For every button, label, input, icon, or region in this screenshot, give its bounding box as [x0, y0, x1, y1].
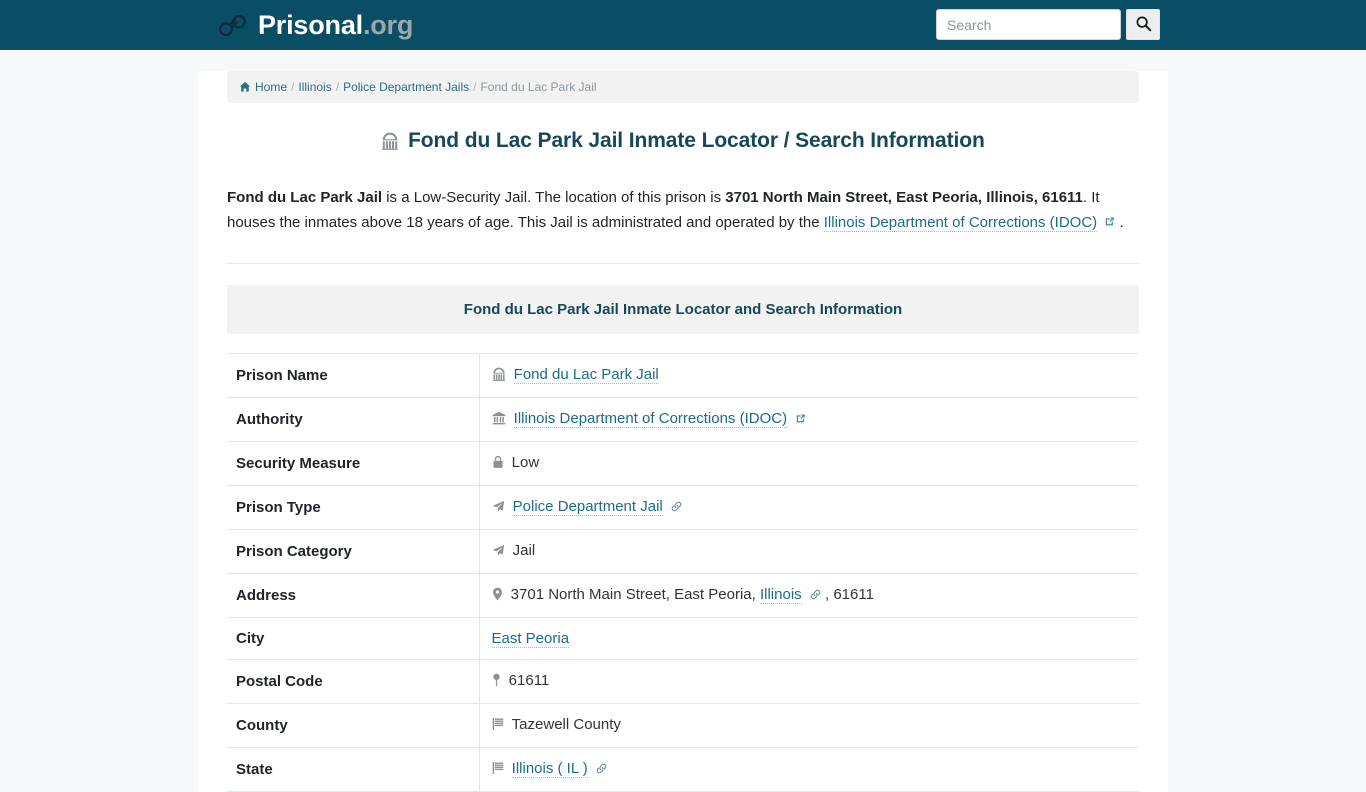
breadcrumb-separator: / [291, 80, 295, 94]
row-value: 3701 North Main Street, East Peoria, Ill… [479, 574, 1139, 618]
row-value: Fond du Lac Park Jail [479, 354, 1139, 398]
brand-name: Prisonal [258, 9, 363, 40]
postal-code-value: 61611 [508, 672, 550, 689]
row-value: East Peoria [479, 618, 1139, 660]
intro-paragraph: Fond du Lac Park Jail is a Low-Security … [227, 185, 1139, 235]
row-label: County [227, 703, 480, 748]
search-input[interactable] [936, 9, 1121, 40]
page-title: Fond du Lac Park Jail Inmate Locator / S… [227, 129, 1139, 156]
breadcrumb-item-police-department-jails[interactable]: Police Department Jails [343, 80, 469, 94]
link-icon [592, 761, 607, 778]
paper-plane-icon [492, 544, 509, 561]
handcuffs-icon [218, 12, 248, 38]
external-link-icon [1100, 214, 1119, 231]
breadcrumb-separator: / [473, 80, 477, 94]
row-label: Postal Code [227, 659, 480, 704]
address-postal-tail: , 61611 [825, 586, 874, 603]
table-row: Prison Name Fond du Lac Park Jail [227, 353, 1139, 398]
table-row: Prison Category Jail [227, 529, 1139, 574]
breadcrumb-item-home[interactable]: Home [255, 80, 287, 94]
city-link[interactable]: East Peoria [491, 630, 570, 648]
link-icon [667, 499, 682, 516]
map-marker-icon [492, 587, 507, 605]
external-link-icon [791, 411, 806, 428]
search-icon [1135, 15, 1152, 35]
brand-text: Prisonal.org [258, 9, 414, 40]
lock-icon [492, 455, 508, 473]
row-value: Tazewell County [479, 704, 1139, 748]
row-label: Security Measure [227, 441, 480, 486]
table-row: Prison Type Police Department Jail [227, 485, 1139, 530]
security-measure-value: Low [511, 454, 540, 471]
row-label: Prison Name [227, 353, 480, 398]
row-value: Illinois Department of Corrections (IDOC… [479, 398, 1139, 442]
search-button[interactable] [1126, 9, 1160, 40]
map-pin-icon [492, 673, 505, 691]
section-divider [227, 263, 1139, 264]
intro-segment-5: . [1119, 214, 1124, 231]
table-row: State Illinois ( IL ) [227, 747, 1139, 792]
table-row: Security Measure Low [227, 441, 1139, 486]
intro-address: 3701 North Main Street, East Peoria, Ill… [725, 189, 1083, 206]
table-row: Address 3701 North Main Street, East Peo… [227, 573, 1139, 618]
row-label: Prison Type [227, 485, 480, 530]
landmark-icon [492, 367, 510, 385]
row-value: Low [479, 442, 1139, 486]
breadcrumb-separator: / [335, 80, 340, 94]
address-state-link[interactable]: Illinois [759, 586, 802, 604]
intro-authority-link-text: Illinois Department of Corrections (IDOC… [823, 214, 1098, 231]
row-value: 61611 [479, 660, 1139, 704]
table-row: Postal Code 61611 [227, 659, 1139, 704]
row-label: Prison Category [227, 529, 480, 574]
prison-name-link[interactable]: Fond du Lac Park Jail [513, 366, 659, 384]
table-row: Authority Illinois Department of Correct… [227, 397, 1139, 442]
flag-icon [492, 718, 508, 735]
site-brand[interactable]: Prisonal.org [218, 9, 414, 40]
link-icon [806, 587, 825, 604]
intro-prison-name: Fond du Lac Park Jail [227, 189, 383, 206]
breadcrumb-item-illinois[interactable]: Illinois [298, 80, 331, 94]
breadcrumb: Home / Illinois / Police Department Jail… [227, 71, 1139, 103]
site-header: Prisonal.org [0, 0, 1366, 50]
landmark-icon [381, 132, 405, 155]
prison-type-link[interactable]: Police Department Jail [512, 498, 663, 516]
flag-icon [492, 762, 508, 779]
authority-link[interactable]: Illinois Department of Corrections (IDOC… [513, 410, 788, 428]
table-row: County Tazewell County [227, 703, 1139, 748]
table-caption: Fond du Lac Park Jail Inmate Locator and… [227, 285, 1139, 334]
state-link[interactable]: Illinois ( IL ) [511, 760, 588, 778]
bank-icon [492, 411, 510, 429]
row-value: Jail [479, 530, 1139, 574]
table-row: City East Peoria [227, 617, 1139, 660]
search-form [936, 9, 1160, 40]
brand-tld: .org [362, 9, 414, 40]
row-value: Illinois ( IL ) [479, 748, 1139, 792]
prison-info-table: Prison Name Fond du Lac Park Jail Author… [227, 353, 1139, 792]
row-label: State [227, 747, 480, 792]
content-container: Home / Illinois / Police Department Jail… [198, 71, 1168, 792]
home-icon [239, 81, 251, 93]
row-label: Authority [227, 397, 480, 442]
row-label: Address [227, 573, 480, 618]
address-text: 3701 North Main Street, East Peoria, [510, 586, 760, 603]
row-label: City [227, 617, 480, 660]
page-title-text: Fond du Lac Park Jail Inmate Locator / S… [408, 129, 985, 152]
paper-plane-icon [492, 500, 509, 517]
county-value: Tazewell County [511, 716, 621, 733]
intro-authority-link[interactable]: Illinois Department of Corrections (IDOC… [823, 214, 1098, 232]
breadcrumb-item-current: Fond du Lac Park Jail [480, 80, 597, 94]
row-value: Police Department Jail [479, 486, 1139, 530]
prison-category-value: Jail [512, 542, 536, 559]
intro-segment-2: is a Low-Security Jail. The location of … [382, 189, 726, 206]
